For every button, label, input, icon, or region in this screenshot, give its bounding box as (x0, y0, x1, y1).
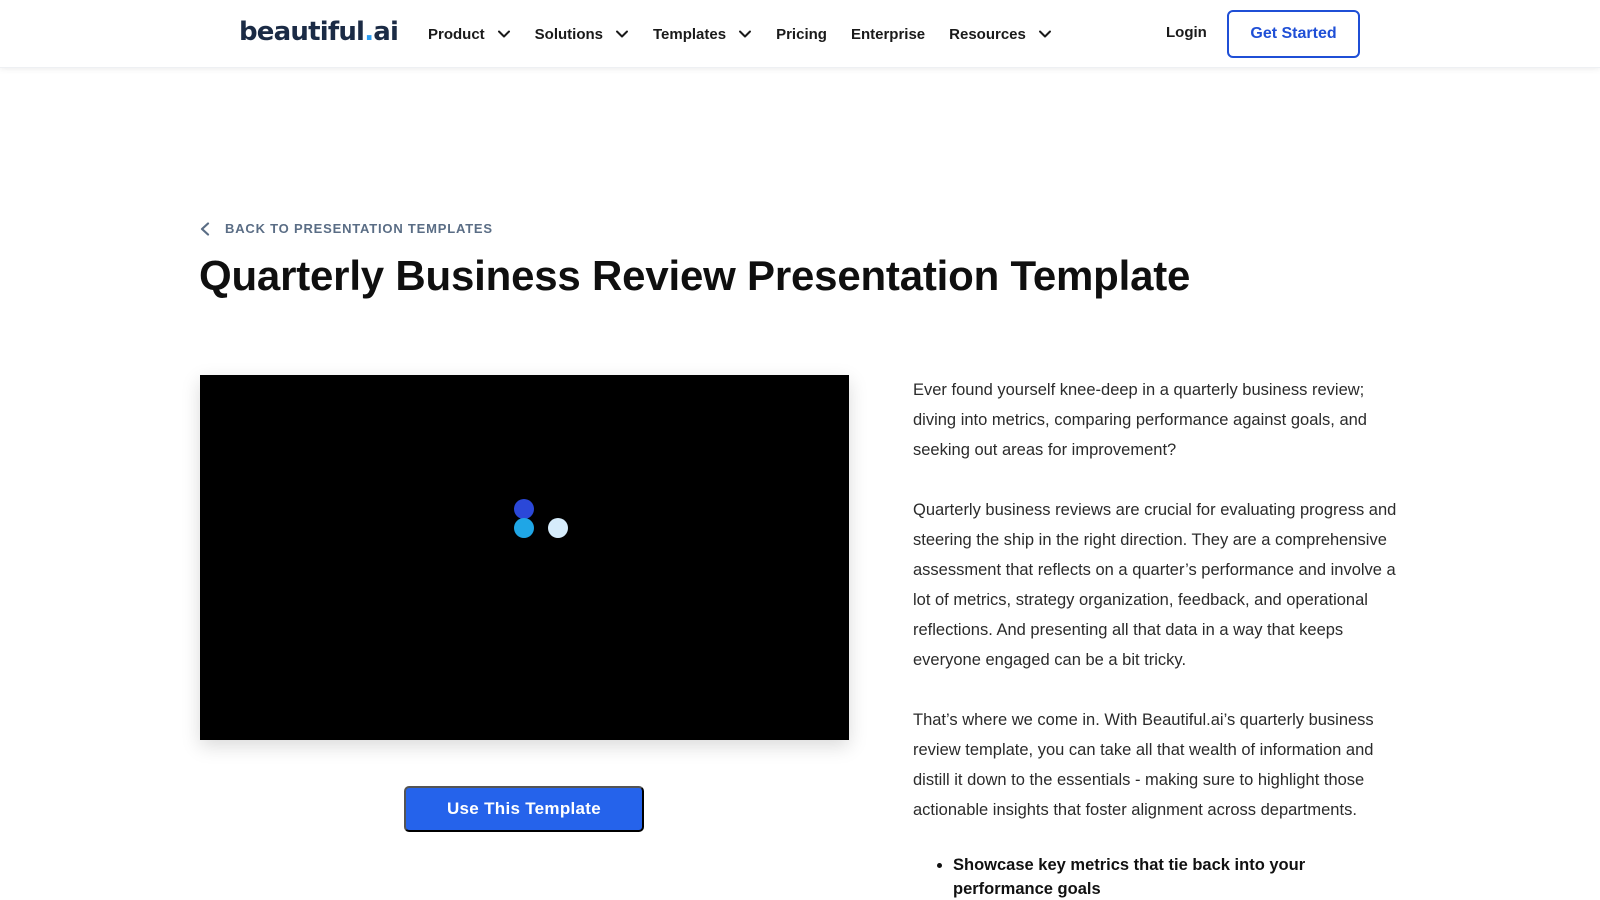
nav-item-solutions[interactable]: Solutions (535, 14, 629, 54)
nav-item-label: Pricing (776, 25, 827, 43)
nav-item-enterprise[interactable]: Enterprise (851, 14, 925, 54)
nav-item-resources[interactable]: Resources (949, 14, 1052, 54)
page-title: Quarterly Business Review Presentation T… (199, 252, 1191, 299)
nav-item-templates[interactable]: Templates (653, 14, 752, 54)
logo-dot: . (364, 17, 374, 47)
nav-item-label: Enterprise (850, 25, 926, 43)
back-link-label: BACK TO PRESENTATION TEMPLATES (225, 221, 493, 236)
chevron-down-icon (738, 27, 752, 41)
chevron-down-icon (615, 27, 629, 41)
nav-item-label: Solutions (534, 25, 603, 43)
loading-spinner-icon (514, 499, 568, 538)
back-to-templates-link[interactable]: BACK TO PRESENTATION TEMPLATES (199, 221, 493, 236)
chevron-left-icon (199, 221, 211, 236)
feature-list-item: Showcase key metrics that tie back into … (953, 853, 1398, 900)
feature-list: Showcase key metrics that tie back into … (953, 853, 1398, 900)
use-this-template-button[interactable]: Use This Template (404, 786, 644, 832)
template-preview-player[interactable] (200, 375, 849, 740)
beautiful-ai-logo[interactable]: beautiful.ai (239, 16, 399, 48)
get-started-button[interactable]: Get Started (1227, 10, 1360, 58)
nav-item-label: Resources (949, 25, 1026, 43)
description-paragraph: Ever found yourself knee-deep in a quart… (913, 381, 1367, 459)
nav-item-pricing[interactable]: Pricing (776, 14, 827, 54)
site-header: beautiful.ai Product Solutions Templates… (0, 0, 1600, 68)
nav-item-product[interactable]: Product (428, 14, 511, 54)
loader-dot (514, 499, 534, 519)
logo-text-tail: ai (373, 17, 399, 47)
nav-item-label: Product (428, 25, 485, 43)
loader-dot (548, 518, 568, 538)
chevron-down-icon (1038, 27, 1052, 41)
template-description: Ever found yourself knee-deep in a quart… (913, 375, 1398, 900)
description-paragraph: That’s where we come in. With Beautiful.… (913, 711, 1374, 819)
logo-text-main: beautiful (239, 17, 365, 47)
login-link[interactable]: Login (1166, 24, 1207, 41)
description-paragraph: Quarterly business reviews are crucial f… (913, 501, 1397, 669)
chevron-down-icon (497, 27, 511, 41)
nav-item-label: Templates (653, 25, 727, 43)
main-nav: Product Solutions Templates Pricing Ente… (428, 0, 1076, 68)
loader-dot (514, 518, 534, 538)
